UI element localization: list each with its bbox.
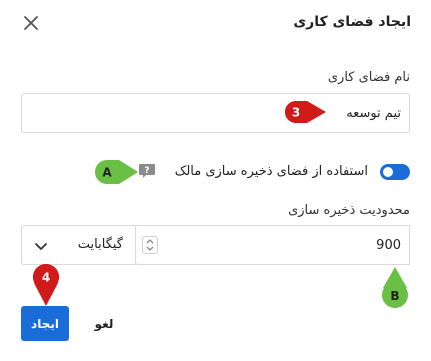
workspace-name-field[interactable] xyxy=(21,93,410,133)
up-down-stepper-icon[interactable] xyxy=(142,236,158,254)
chevron-down-icon xyxy=(35,243,47,250)
owner-storage-toggle[interactable] xyxy=(380,164,410,180)
question-bubble-icon[interactable]: ? xyxy=(138,163,156,179)
owner-storage-row: استفاده از فضای ذخیره سازی مالک ? xyxy=(70,160,410,184)
storage-limit-group: گیگابایت xyxy=(21,225,410,265)
owner-storage-label: استفاده از فضای ذخیره سازی مالک xyxy=(174,164,368,179)
dialog-title: ایجاد فضای کاری xyxy=(293,14,411,30)
storage-unit-value: گیگابایت xyxy=(77,237,123,252)
toggle-knob xyxy=(383,167,393,177)
marker-b-label: B xyxy=(390,289,399,303)
storage-limit-field[interactable] xyxy=(135,225,410,265)
storage-limit-input[interactable] xyxy=(201,226,401,264)
workspace-name-label: نام فضای کاری xyxy=(327,70,410,85)
marker-4: 4 xyxy=(33,264,59,306)
workspace-name-input[interactable] xyxy=(151,94,401,132)
svg-text:?: ? xyxy=(144,166,149,176)
cancel-button[interactable]: لغو xyxy=(84,306,124,341)
storage-unit-select[interactable]: گیگابایت xyxy=(21,225,136,265)
close-icon xyxy=(24,16,38,30)
storage-limit-label: محدودیت ذخیره سازی xyxy=(288,203,410,218)
marker-b: B xyxy=(382,267,408,308)
marker-4-label: 4 xyxy=(42,271,50,285)
create-workspace-dialog: ایجاد فضای کاری نام فضای کاری استفاده از… xyxy=(0,0,431,361)
create-button[interactable]: ایجاد xyxy=(21,306,69,341)
close-button[interactable] xyxy=(20,12,42,34)
